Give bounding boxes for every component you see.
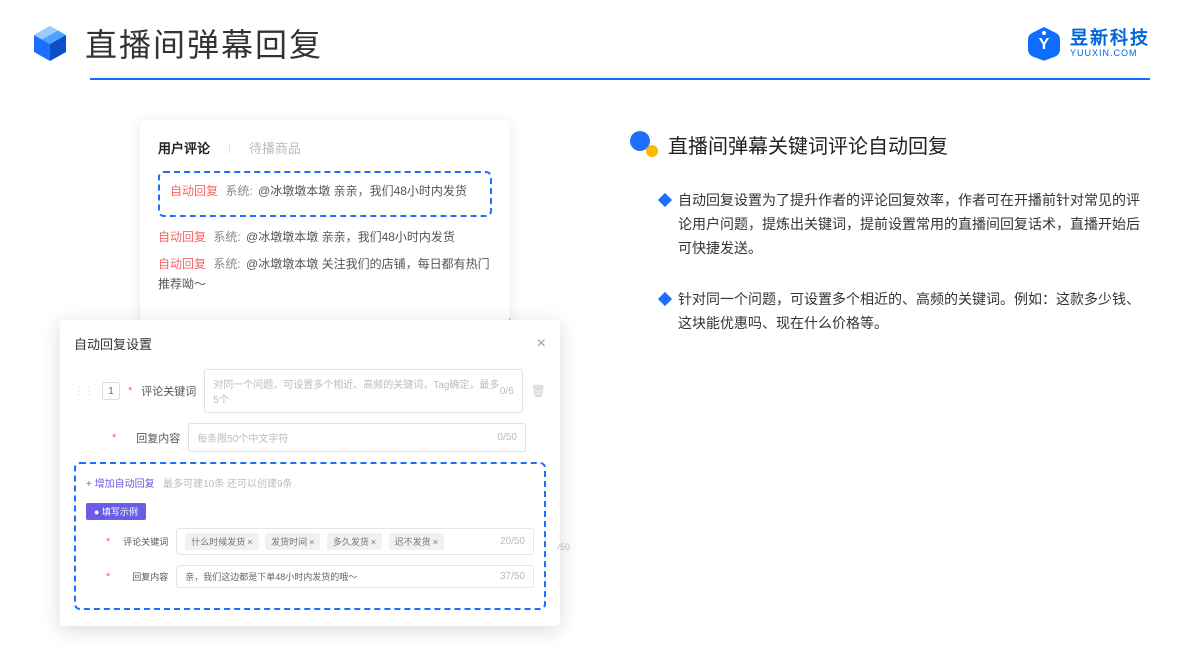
content-counter: 0/50 [498, 432, 517, 443]
brand-text: 昱新科技 YUUXIN.COM [1070, 29, 1150, 58]
bullet-text: 针对同一个问题，可设置多个相近的、高频的关键词。例如：这款多少钱、这块能优惠吗、… [678, 288, 1150, 336]
tab-user-comments[interactable]: 用户评论 [158, 138, 210, 157]
required-star: * [128, 385, 132, 397]
system-label: 系统: [213, 230, 240, 244]
reply-line: 自动回复 系统: @冰墩墩本墩 关注我们的店铺，每日都有热门推荐呦～ [158, 254, 492, 295]
auto-reply-tag: 自动回复 [158, 230, 206, 244]
keyword-placeholder: 对同一个问题，可设置多个相近、高频的关键词，Tag确定，最多5个 [213, 376, 500, 406]
section-title: 直播间弹幕关键词评论自动回复 [668, 130, 948, 159]
tag-chip[interactable]: 多久发货× [327, 533, 382, 550]
required-star: * [106, 536, 110, 548]
system-label: 系统: [213, 257, 240, 271]
ex-keyword-input[interactable]: 什么时候发货× 发货时间× 多久发货× 迟不发货× 20/50 [176, 528, 534, 555]
content-input[interactable]: 每条限50个中文字符 0/50 [188, 423, 526, 452]
ex-content-input[interactable]: 亲，我们这边都是下单48小时内发货的哦～ 37/50 [176, 565, 534, 588]
ex-content-label: 回复内容 [118, 570, 168, 583]
add-auto-reply-link[interactable]: + 增加自动回复 [86, 475, 155, 490]
highlighted-reply: 自动回复 系统: @冰墩墩本墩 亲亲，我们48小时内发货 [158, 171, 492, 217]
keyword-label: 评论关键词 [140, 383, 196, 399]
auto-reply-tag: 自动回复 [158, 257, 206, 271]
tag-chip[interactable]: 迟不发货× [389, 533, 444, 550]
bullet-text: 自动回复设置为了提升作者的评论回复效率，作者可在开播前针对常见的评论用户问题，提… [678, 189, 1150, 260]
auto-reply-tag: 自动回复 [170, 184, 218, 198]
add-hint: 最多可建10条 还可以创建9条 [163, 479, 292, 490]
content-placeholder: 每条限50个中文字符 [197, 430, 288, 445]
left-column: 用户评论 | 待播商品 自动回复 系统: @冰墩墩本墩 亲亲，我们48小时内发货… [60, 120, 580, 364]
drag-handle-icon[interactable]: ⋮⋮ [74, 386, 94, 397]
comment-card: 用户评论 | 待播商品 自动回复 系统: @冰墩墩本墩 亲亲，我们48小时内发货… [140, 120, 510, 323]
system-label: 系统: [225, 184, 252, 198]
ex-keyword-counter: 20/50 [500, 536, 525, 547]
tab-divider: | [228, 142, 231, 154]
ex-content-value: 亲，我们这边都是下单48小时内发货的哦～ [185, 570, 357, 583]
outer-counter: /50 [557, 542, 570, 552]
example-badge: ● 填写示例 [86, 503, 146, 520]
bullet-item: 自动回复设置为了提升作者的评论回复效率，作者可在开播前针对常见的评论用户问题，提… [630, 189, 1150, 260]
header: 直播间弹幕回复 Y 昱新科技 YUUXIN.COM [0, 0, 1180, 66]
content: 用户评论 | 待播商品 自动回复 系统: @冰墩墩本墩 亲亲，我们48小时内发货… [0, 80, 1180, 364]
ex-keyword-label: 评论关键词 [118, 535, 168, 548]
tag-chip[interactable]: 发货时间× [265, 533, 320, 550]
svg-text:Y: Y [1039, 36, 1050, 53]
reply-text: @冰墩墩本墩 亲亲，我们48小时内发货 [258, 184, 467, 198]
item-number: 1 [102, 382, 120, 400]
page-title: 直播间弹幕回复 [85, 20, 323, 66]
example-row-keyword: * 评论关键词 什么时候发货× 发货时间× 多久发货× 迟不发货× 20/50 [86, 528, 534, 555]
reply-text: @冰墩墩本墩 亲亲，我们48小时内发货 [246, 230, 455, 244]
keyword-input[interactable]: 对同一个问题，可设置多个相近、高频的关键词，Tag确定，最多5个 0/6 [204, 369, 522, 413]
reply-line: 自动回复 系统: @冰墩墩本墩 亲亲，我们48小时内发货 [158, 227, 492, 247]
settings-title: 自动回复设置 [74, 334, 152, 353]
trash-icon[interactable]: 🗑 [531, 384, 546, 398]
cube-icon [30, 23, 70, 63]
example-row-content: * 回复内容 亲，我们这边都是下单48小时内发货的哦～ 37/50 [86, 565, 534, 588]
reply-line: 自动回复 系统: @冰墩墩本墩 亲亲，我们48小时内发货 [170, 181, 480, 201]
diamond-icon [658, 292, 672, 306]
tag-list: 什么时候发货× 发货时间× 多久发货× 迟不发货× [185, 533, 448, 550]
tabs: 用户评论 | 待播商品 [158, 138, 492, 157]
tab-pending-products[interactable]: 待播商品 [249, 138, 301, 157]
form-row-content: * 回复内容 每条限50个中文字符 0/50 [74, 423, 546, 452]
keyword-counter: 0/6 [500, 386, 514, 397]
tag-chip[interactable]: 什么时候发货× [185, 533, 258, 550]
settings-header: 自动回复设置 × [74, 334, 546, 353]
right-column: 直播间弹幕关键词评论自动回复 自动回复设置为了提升作者的评论回复效率，作者可在开… [630, 120, 1150, 364]
section-title-row: 直播间弹幕关键词评论自动回复 [630, 130, 1150, 159]
brand: Y 昱新科技 YUUXIN.COM [1026, 25, 1150, 61]
ex-content-counter: 37/50 [500, 571, 525, 582]
required-star: * [112, 432, 116, 444]
settings-modal: 自动回复设置 × ⋮⋮ 1 * 评论关键词 对同一个问题，可设置多个相近、高频的… [60, 320, 560, 626]
reply-text: @冰墩墩本墩 关注我们的店铺，每日都有热门推荐呦～ [158, 257, 490, 291]
title-group: 直播间弹幕回复 [30, 20, 323, 66]
brand-name: 昱新科技 [1070, 29, 1150, 47]
brand-logo-icon: Y [1026, 25, 1062, 61]
close-icon[interactable]: × [537, 335, 546, 353]
brand-url: YUUXIN.COM [1070, 49, 1150, 58]
example-box: + 增加自动回复 最多可建10条 还可以创建9条 ● 填写示例 * 评论关键词 … [74, 462, 546, 610]
bullet-item: 针对同一个问题，可设置多个相近的、高频的关键词。例如：这款多少钱、这块能优惠吗、… [630, 288, 1150, 336]
content-label: 回复内容 [124, 430, 180, 446]
blob-icon [630, 131, 658, 159]
diamond-icon [658, 193, 672, 207]
form-row-keyword: ⋮⋮ 1 * 评论关键词 对同一个问题，可设置多个相近、高频的关键词，Tag确定… [74, 369, 546, 413]
required-star: * [106, 571, 110, 583]
